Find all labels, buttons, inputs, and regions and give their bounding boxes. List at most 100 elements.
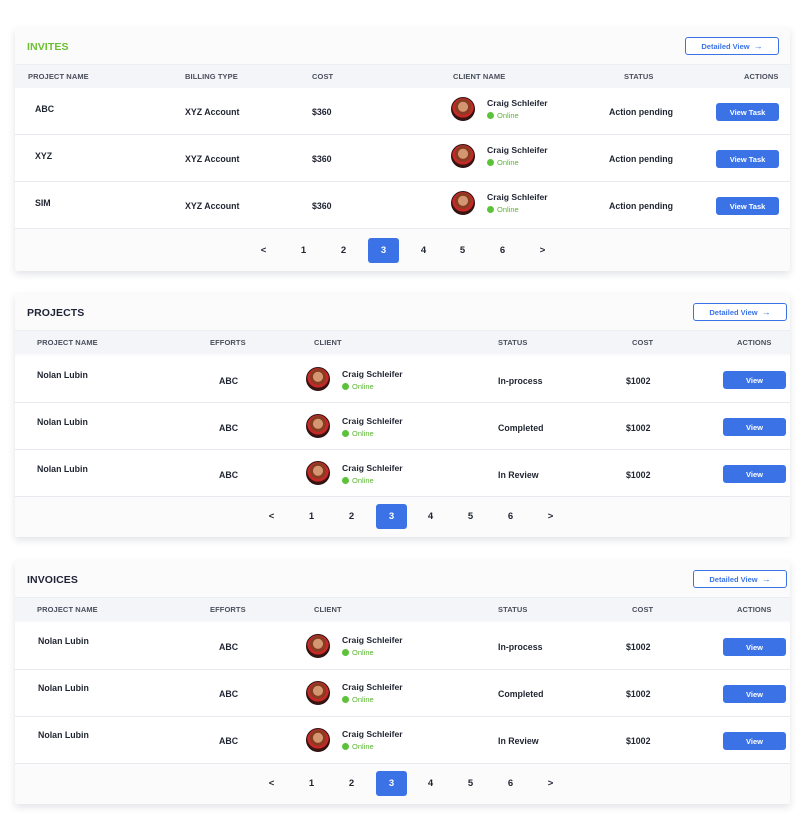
avatar: [451, 191, 475, 215]
presence-label: Online: [352, 695, 374, 704]
presence-label: Online: [352, 382, 374, 391]
chevron-left-icon[interactable]: <: [256, 771, 287, 796]
column-header: COST: [312, 72, 334, 81]
arrow-right-icon: →: [761, 306, 771, 317]
page-button[interactable]: 1: [296, 771, 327, 796]
status: In-process: [498, 642, 543, 652]
column-header: STATUS: [624, 72, 654, 81]
page-button[interactable]: 4: [408, 238, 439, 263]
page-button-current[interactable]: 3: [368, 238, 399, 263]
column-header: STATUS: [498, 338, 528, 347]
detailed-view-label: Detailed View: [709, 574, 758, 584]
client-name: Craig Schleifer: [487, 192, 548, 202]
view-button[interactable]: View: [723, 638, 786, 656]
chevron-left-icon[interactable]: <: [248, 238, 279, 263]
status: In-process: [498, 376, 543, 386]
online-dot-icon: [487, 159, 494, 166]
project-name: XYZ: [35, 151, 53, 161]
status: Completed: [498, 689, 544, 699]
page-button[interactable]: 2: [336, 771, 367, 796]
column-header: PROJECT NAME: [28, 72, 89, 81]
column-header: ACTIONS: [737, 338, 772, 347]
page-button[interactable]: 5: [455, 771, 486, 796]
project-name: Nolan Lubin: [38, 730, 89, 740]
page-button-current[interactable]: 3: [376, 504, 407, 529]
arrow-right-icon: →: [761, 573, 771, 584]
online-dot-icon: [342, 649, 349, 656]
column-header: CLIENT: [314, 605, 342, 614]
projects-card: PROJECTS Detailed View → PROJECT NAME EF…: [15, 294, 790, 537]
view-task-button[interactable]: View Task: [716, 103, 779, 121]
table-row: Nolan Lubin ABC Craig Schleifer Online I…: [15, 450, 790, 497]
page-button[interactable]: 6: [487, 238, 518, 263]
page-button[interactable]: 5: [447, 238, 478, 263]
chevron-right-icon[interactable]: >: [535, 771, 566, 796]
page-button[interactable]: 2: [336, 504, 367, 529]
client-name: Craig Schleifer: [342, 682, 403, 692]
client-name: Craig Schleifer: [487, 98, 548, 108]
status: Action pending: [609, 201, 674, 211]
efforts: ABC: [219, 376, 239, 386]
efforts: ABC: [219, 642, 239, 652]
status: Action pending: [609, 154, 674, 164]
chevron-right-icon[interactable]: >: [527, 238, 558, 263]
page-button-current[interactable]: 3: [376, 771, 407, 796]
presence-status: Online: [342, 476, 374, 485]
column-header: ACTIONS: [737, 605, 772, 614]
table-row: Nolan Lubin ABC Craig Schleifer Online C…: [15, 403, 790, 450]
detailed-view-label: Detailed View: [701, 41, 750, 51]
cost: $360: [312, 107, 332, 117]
chevron-right-icon[interactable]: >: [535, 504, 566, 529]
page-button[interactable]: 2: [328, 238, 359, 263]
avatar: [306, 414, 330, 438]
page-button[interactable]: 1: [288, 238, 319, 263]
view-button[interactable]: View: [723, 685, 786, 703]
column-header: ACTIONS: [744, 72, 779, 81]
page-button[interactable]: 5: [455, 504, 486, 529]
cost: $1002: [626, 642, 651, 652]
project-name: SIM: [35, 198, 51, 208]
table-row: XYZ XYZ Account $360 Craig Schleifer Onl…: [15, 135, 790, 182]
view-button[interactable]: View: [723, 732, 786, 750]
presence-status: Online: [342, 429, 374, 438]
invoices-table-header: PROJECT NAME EFFORTS CLIENT STATUS COST …: [15, 597, 790, 621]
detailed-view-label: Detailed View: [709, 307, 758, 317]
page-button[interactable]: 4: [415, 504, 446, 529]
projects-detailed-view-button[interactable]: Detailed View →: [693, 303, 787, 321]
view-button[interactable]: View: [723, 418, 786, 436]
avatar: [306, 681, 330, 705]
page-button[interactable]: 1: [296, 504, 327, 529]
client-name: Craig Schleifer: [342, 463, 403, 473]
invites-table-header: PROJECT NAME BILLING TYPE COST CLIENT NA…: [15, 64, 790, 88]
view-button[interactable]: View: [723, 465, 786, 483]
project-name: ABC: [35, 104, 55, 114]
invites-detailed-view-button[interactable]: Detailed View →: [685, 37, 779, 55]
status: In Review: [498, 736, 539, 746]
online-dot-icon: [342, 696, 349, 703]
view-button[interactable]: View: [723, 371, 786, 389]
column-header: PROJECT NAME: [37, 338, 98, 347]
column-header: EFFORTS: [210, 338, 246, 347]
status: In Review: [498, 470, 539, 480]
view-task-button[interactable]: View Task: [716, 150, 779, 168]
arrow-right-icon: →: [753, 40, 763, 51]
table-row: Nolan Lubin ABC Craig Schleifer Online C…: [15, 670, 790, 717]
cost: $1002: [626, 470, 651, 480]
client-name: Craig Schleifer: [342, 416, 403, 426]
presence-label: Online: [497, 205, 519, 214]
presence-status: Online: [342, 648, 374, 657]
page-button[interactable]: 6: [495, 504, 526, 529]
billing-type: XYZ Account: [185, 201, 240, 211]
page-button[interactable]: 6: [495, 771, 526, 796]
invoices-detailed-view-button[interactable]: Detailed View →: [693, 570, 787, 588]
column-header: COST: [632, 338, 654, 347]
chevron-left-icon[interactable]: <: [256, 504, 287, 529]
column-header: CLIENT NAME: [453, 72, 506, 81]
view-task-button[interactable]: View Task: [716, 197, 779, 215]
pagination: < 1 2 3 4 5 6 >: [15, 762, 790, 804]
page-button[interactable]: 4: [415, 771, 446, 796]
table-row: SIM XYZ Account $360 Craig Schleifer Onl…: [15, 182, 790, 229]
project-name: Nolan Lubin: [37, 370, 88, 380]
project-name: Nolan Lubin: [37, 417, 88, 427]
online-dot-icon: [342, 430, 349, 437]
